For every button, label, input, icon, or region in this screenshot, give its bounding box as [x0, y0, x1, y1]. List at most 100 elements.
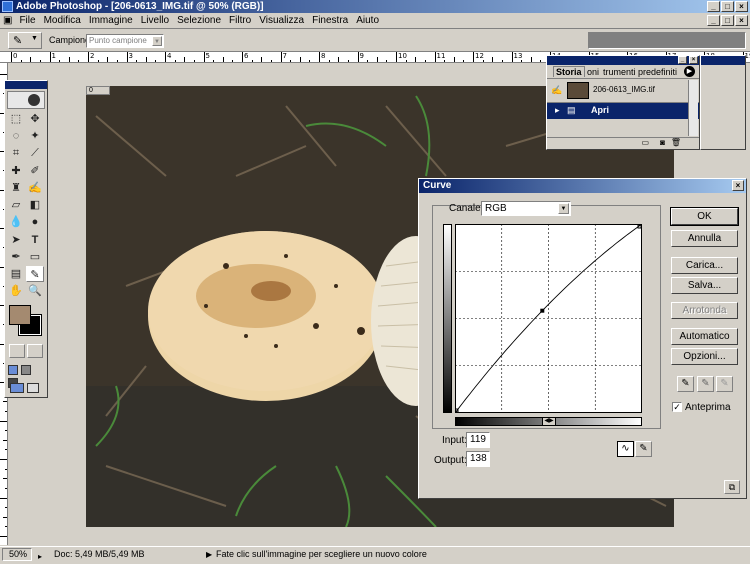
secondary-panel-titlebar	[701, 56, 745, 65]
notes-tool-icon[interactable]: ▤	[7, 266, 25, 282]
menu-aiuto[interactable]: Aiuto	[352, 13, 383, 29]
jump-to-imageready-icon[interactable]	[10, 383, 42, 395]
magic-wand-tool-icon[interactable]: ✦	[26, 128, 44, 144]
move-tool-icon[interactable]: ✥	[26, 111, 44, 127]
tab-strumenti-predefiniti[interactable]: trumenti predefiniti	[603, 67, 677, 77]
menu-finestra[interactable]: Finestra	[308, 13, 352, 29]
carica-button[interactable]: Carica...	[671, 257, 738, 274]
marquee-tool-icon[interactable]: ⬚	[7, 111, 25, 127]
input-value-field[interactable]: 119	[466, 432, 490, 448]
ruler-minor-tick	[98, 60, 99, 63]
doc-minimize-icon[interactable]: _	[707, 15, 720, 26]
menu-visualizza[interactable]: Visualizza	[255, 13, 308, 29]
status-arrow-icon[interactable]: ▸	[38, 549, 42, 564]
trash-icon[interactable]: 🗑	[671, 138, 681, 147]
brush-tool-icon[interactable]: ✐	[26, 163, 44, 179]
ruler-minor-tick	[232, 60, 233, 63]
ruler-minor-tick	[146, 57, 147, 63]
doc-restore-icon[interactable]: □	[721, 15, 734, 26]
blur-tool-icon[interactable]: 💧	[7, 214, 25, 230]
canvas-corner-tab[interactable]: 0	[86, 86, 110, 95]
tool-preset-picker[interactable]: ✎ ▼	[8, 32, 42, 49]
gray-eyedropper-icon[interactable]: ✎	[697, 376, 714, 392]
ok-button[interactable]: OK	[671, 208, 738, 225]
expand-dialog-icon[interactable]: ⧉	[724, 480, 740, 494]
gradient-toggle-icon[interactable]: ◀▶	[542, 417, 556, 426]
pencil-tool-icon[interactable]: ✎	[635, 441, 652, 457]
history-brush-source-icon[interactable]: ✍	[551, 85, 562, 96]
hand-tool-icon[interactable]: ✋	[7, 283, 25, 299]
annulla-button[interactable]: Annulla	[671, 230, 738, 247]
snapshot-icon[interactable]: ◙	[660, 138, 665, 147]
channel-value: RGB	[485, 203, 507, 214]
menu-modifica[interactable]: Modifica	[40, 13, 85, 29]
ruler-minor-tick	[5, 469, 8, 470]
tab-storia[interactable]: Storia	[553, 66, 585, 77]
type-tool-icon[interactable]: T	[26, 232, 44, 248]
lasso-tool-icon[interactable]: ◌	[7, 128, 25, 144]
ruler-minor-tick	[5, 449, 8, 450]
opzioni-button[interactable]: Opzioni...	[671, 348, 738, 365]
black-eyedropper-icon[interactable]: ✎	[677, 376, 694, 392]
new-document-icon[interactable]: ▭	[641, 138, 649, 147]
menu-selezione[interactable]: Selezione	[173, 13, 225, 29]
history-panel-minimize-icon[interactable]: _	[678, 56, 687, 64]
doc-size: Doc: 5,49 MB/5,49 MB	[54, 547, 145, 562]
panel-menu-arrow-icon[interactable]: ▶	[684, 66, 695, 77]
history-brush-tool-icon[interactable]: ✍	[26, 180, 44, 196]
dodge-tool-icon[interactable]: ●	[26, 214, 44, 230]
ruler-major-tick	[11, 52, 12, 63]
automatico-button[interactable]: Automatico	[671, 328, 738, 345]
rectangle-tool-icon[interactable]: ▭	[26, 249, 44, 265]
arrotonda-button[interactable]: Arrotonda	[671, 302, 738, 319]
maximize-icon[interactable]: □	[721, 1, 734, 12]
doc-close-icon[interactable]: ×	[735, 15, 748, 26]
adobe-online-icon[interactable]	[7, 91, 45, 109]
tab-azioni[interactable]: oni	[587, 67, 599, 77]
ruler-label: 3	[129, 52, 133, 60]
pen-tool-icon[interactable]: ✒	[7, 249, 25, 265]
history-scrollbar[interactable]	[688, 80, 698, 136]
zoom-field[interactable]: 50%	[2, 548, 32, 561]
eyedropper-tool-icon[interactable]: ✎	[26, 266, 44, 282]
history-state-icon: ▤	[567, 105, 576, 116]
history-panel-close-icon[interactable]: ×	[689, 56, 698, 64]
anteprima-checkbox[interactable]: ✓	[672, 402, 682, 412]
curve-tool-icon[interactable]: ∿	[617, 441, 634, 457]
history-item-apri[interactable]: ▸ ▤ Apri	[547, 103, 699, 119]
healing-brush-tool-icon[interactable]: ✚	[7, 163, 25, 179]
curves-graph[interactable]	[455, 224, 642, 413]
ruler-minor-tick	[30, 57, 31, 63]
eraser-tool-icon[interactable]: ▱	[7, 197, 25, 213]
menu-filtro[interactable]: Filtro	[225, 13, 255, 29]
zoom-tool-icon[interactable]: 🔍	[26, 283, 44, 299]
curves-close-icon[interactable]: ×	[732, 180, 744, 191]
white-eyedropper-icon[interactable]: ✎	[716, 376, 733, 392]
campione-select[interactable]: Punto campione ▼	[86, 34, 164, 48]
minimize-icon[interactable]: _	[707, 1, 720, 12]
curve-control-point[interactable]	[540, 309, 544, 313]
gradient-tool-icon[interactable]: ◧	[26, 197, 44, 213]
slice-tool-icon[interactable]: ⟋	[26, 145, 44, 161]
menu-file[interactable]: File	[15, 13, 39, 29]
foreground-color-swatch-top[interactable]	[9, 305, 31, 325]
screen-mode-icons[interactable]	[8, 365, 44, 377]
ruler-label: 9	[360, 52, 364, 60]
salva-button[interactable]: Salva...	[671, 277, 738, 294]
document-icon[interactable]: ▣	[0, 13, 15, 29]
quick-mask-mode-icon[interactable]	[27, 344, 43, 358]
standard-mode-icon[interactable]	[9, 344, 25, 358]
path-selection-tool-icon[interactable]: ➤	[7, 232, 25, 248]
snapshot-name: 206-0613_IMG.tif	[593, 85, 655, 94]
ruler-minor-tick	[69, 57, 70, 63]
menu-immagine[interactable]: Immagine	[85, 13, 137, 29]
channel-select[interactable]: RGB ▼	[481, 201, 571, 216]
clone-stamp-tool-icon[interactable]: ♜	[7, 180, 25, 196]
crop-tool-icon[interactable]: ⌗	[7, 145, 25, 161]
output-value-field[interactable]: 138	[466, 451, 490, 467]
input-gradient-bar[interactable]: ◀▶	[455, 417, 642, 426]
menu-livello[interactable]: Livello	[137, 13, 173, 29]
close-icon[interactable]: ×	[735, 1, 748, 12]
history-snapshot-row[interactable]: ✍ 206-0613_IMG.tif	[547, 79, 699, 103]
ruler-label: 13	[514, 52, 523, 60]
